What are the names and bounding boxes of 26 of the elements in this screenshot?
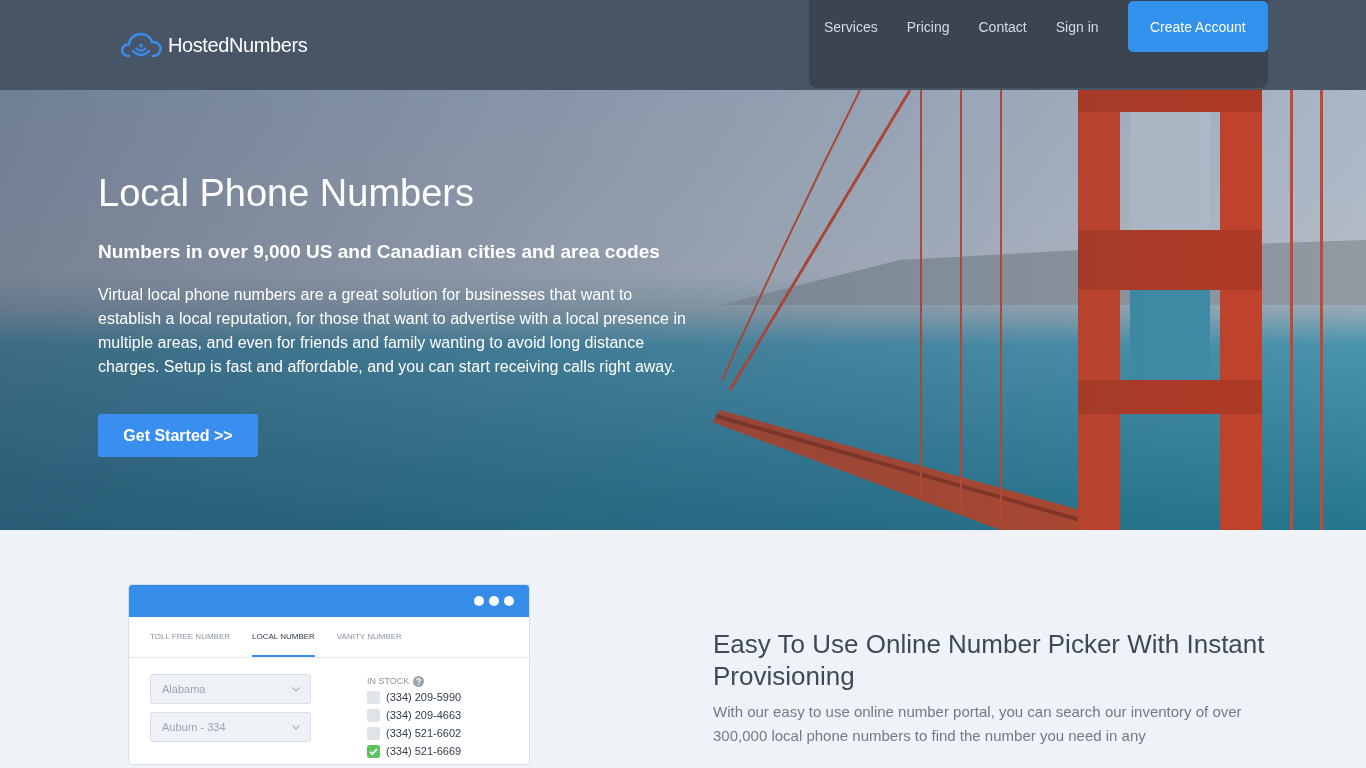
checkbox[interactable] <box>367 744 380 758</box>
checkbox[interactable] <box>367 708 380 722</box>
checkbox[interactable] <box>367 690 380 704</box>
nav-link[interactable]: Contact <box>978 17 1027 37</box>
help-icon[interactable] <box>413 675 425 687</box>
in-stock-label: IN STOCK <box>367 676 410 686</box>
checkbox[interactable] <box>367 726 380 740</box>
hero-description: Virtual local phone numbers are a great solution for businesses that want to establish a local reputation, for those that want to advertise with a local presence in multiple areas, and even for friends and family wanting to avoid long distance charges. Setup is fast and affordable, and you can start receiving calls right away. <box>98 285 687 377</box>
nav-link[interactable]: Pricing <box>906 17 950 37</box>
phone-number-text: (334) 521-6602 <box>386 727 462 739</box>
feature-heading: Easy To Use Online Number Picker With Instant Provisioning <box>713 628 1266 692</box>
phone-number-text: (334) 521-6669 <box>386 745 462 757</box>
dot-icon <box>504 596 514 606</box>
chevron-down-icon <box>292 724 300 730</box>
feature-description: With our easy to use online number portal, you can search our inventory of over 300,000 local phone numbers to find the number you need in any <box>713 702 1243 746</box>
nav-link[interactable]: Sign in <box>1055 17 1099 37</box>
hero-subtitle: Numbers in over 9,000 US and Canadian cities and area codes <box>98 240 660 264</box>
phone-number-text: (334) 209-5990 <box>386 691 462 703</box>
phone-number-text: (334) 209-4663 <box>386 709 462 721</box>
dot-icon <box>474 596 484 606</box>
logo-text[interactable]: HostedNumbers <box>168 33 308 57</box>
picker-tab[interactable]: LOCAL NUMBER <box>252 617 315 657</box>
dot-icon <box>489 596 499 606</box>
chevron-down-icon <box>292 686 300 692</box>
hero-title: Local Phone Numbers <box>98 171 474 216</box>
nav-link[interactable]: Services <box>824 17 878 37</box>
